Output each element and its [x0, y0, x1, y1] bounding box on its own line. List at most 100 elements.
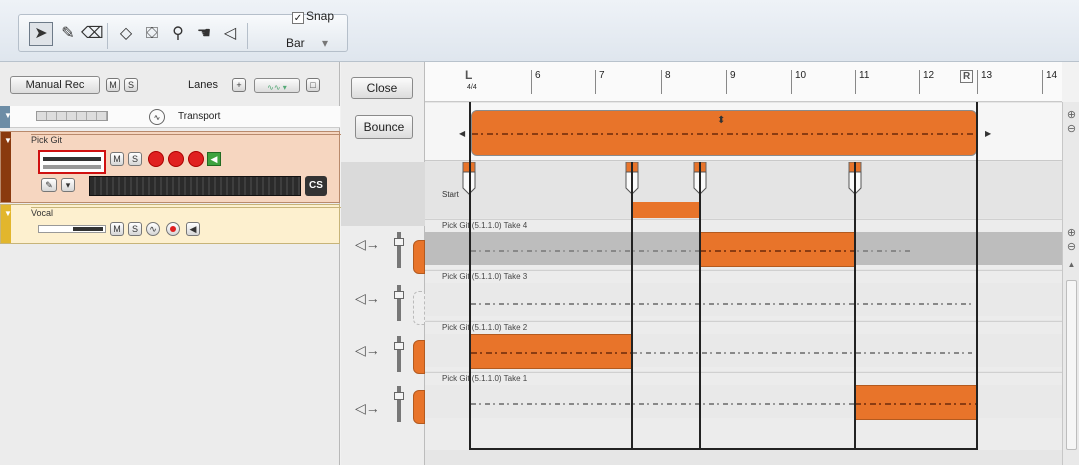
take-lane[interactable]: Pick Git (5.1.1.0) Take 1	[425, 372, 1062, 450]
split-tool-icon[interactable]: ◇	[115, 23, 137, 45]
pan-bar	[43, 165, 101, 169]
automation-icon[interactable]: ∿	[146, 222, 160, 236]
comp-boundary-line[interactable]	[976, 102, 978, 449]
snap-mode-select[interactable]: Bar ▾	[286, 36, 346, 54]
pick-git-track[interactable]: ▼ Pick Git M S ◀ ✎ ▾ CS	[0, 131, 341, 203]
track-volume-display[interactable]	[38, 150, 106, 174]
scroll-thumb[interactable]	[1066, 280, 1077, 450]
take-lane[interactable]: Pick Git (5.1.1.0) Take 2	[425, 321, 1062, 371]
expand-triangle-icon[interactable]: ▼	[4, 209, 12, 218]
comp-overview-lane[interactable]: ◀ ⬍ ▶	[425, 103, 1062, 161]
lanes-label: Lanes	[188, 79, 218, 91]
selected-take-region[interactable]	[855, 385, 977, 420]
record-enable-button[interactable]	[188, 151, 204, 167]
comp-tool-icon[interactable]: ⛋	[141, 23, 163, 45]
comp-boundary-line[interactable]	[699, 162, 701, 449]
lane-speaker-icon[interactable]: ◁→	[355, 400, 380, 417]
ruler[interactable]: L 4/4 6 7 8 9 10 11 12 R 13 14	[425, 62, 1062, 102]
start-marker-label: Start	[442, 190, 459, 199]
expand-triangle-icon[interactable]: ▼	[4, 111, 12, 120]
record-arm-button[interactable]	[166, 222, 180, 236]
vocal-track[interactable]: ▼ Vocal M S ∿ ◀	[0, 204, 341, 244]
selected-take-region[interactable]	[700, 232, 854, 267]
lane-clip-stub	[413, 240, 425, 274]
zoom-out-icon[interactable]: ⊖	[1063, 122, 1079, 135]
ruler-bar: 11	[855, 70, 869, 94]
comp-boundary-line[interactable]	[469, 102, 471, 449]
zoom-in-icon[interactable]: ⊕	[1063, 108, 1079, 121]
speaker-icon[interactable]: ◀	[186, 222, 200, 236]
waveform	[472, 133, 976, 135]
lane-speaker-icon[interactable]: ◁→	[355, 290, 380, 307]
scroll-up-icon[interactable]: ▲	[1063, 260, 1079, 269]
cs-button[interactable]: CS	[305, 176, 327, 196]
lane-clip-stub	[413, 291, 425, 325]
move-handle-icon[interactable]: ⬍	[717, 115, 725, 126]
toolbar-divider	[107, 23, 108, 49]
vertical-scrollbar[interactable]: ⊕ ⊖ ⊕ ⊖ ▲	[1062, 102, 1079, 465]
take-label: Pick Git (5.1.1.0) Take 2	[442, 323, 528, 332]
mute-button[interactable]: M	[110, 152, 124, 166]
comp-boundary-line[interactable]	[854, 162, 856, 449]
take-lane[interactable]: Pick Git (5.1.1.0) Take 3	[425, 270, 1062, 320]
comp-boundary-bottom	[469, 448, 978, 450]
right-locator[interactable]: R	[960, 70, 974, 83]
pencil-tool-icon[interactable]: ✎	[57, 23, 79, 45]
comp-section[interactable]	[632, 202, 700, 218]
lane-fader-knob[interactable]	[394, 342, 404, 350]
header-solo-button[interactable]: S	[124, 78, 138, 92]
arrow-tool-icon[interactable]: ➤	[29, 22, 53, 46]
lane-fader-knob[interactable]	[394, 238, 404, 246]
automation-icon[interactable]: ∿	[149, 109, 165, 125]
lane-display-select[interactable]: ∿∿ ▾	[254, 78, 300, 93]
expand-triangle-icon[interactable]: ▼	[4, 136, 12, 145]
track-name[interactable]: Pick Git	[31, 134, 341, 146]
take-lane[interactable]: Pick Git (5.1.1.0) Take 4	[425, 219, 1062, 269]
manual-rec-button[interactable]: Manual Rec	[10, 76, 100, 94]
hand-tool-icon[interactable]: ☚	[193, 23, 215, 45]
header-mute-button[interactable]: M	[106, 78, 120, 92]
snap-checkbox[interactable]: ✓	[292, 12, 304, 24]
zoom-in-icon[interactable]: ⊕	[1063, 226, 1079, 239]
monitor-button[interactable]	[148, 151, 164, 167]
lane-background	[425, 283, 1062, 316]
take-label: Pick Git (5.1.1.0) Take 3	[442, 272, 528, 281]
solo-button[interactable]: S	[128, 152, 142, 166]
lane-speaker-icon[interactable]: ◁→	[355, 236, 380, 253]
marker-lane-bg	[425, 162, 1062, 218]
dropdown-button[interactable]: ▾	[61, 178, 75, 192]
lane-option-button[interactable]: □	[306, 78, 320, 92]
take-label: Pick Git (5.1.1.0) Take 1	[442, 374, 528, 383]
comp-boundary-line[interactable]	[631, 162, 633, 449]
toolbar-divider	[247, 23, 248, 49]
track-volume-display[interactable]	[38, 225, 106, 233]
mute-button[interactable]: M	[110, 222, 124, 236]
ruler-bar: 7	[595, 70, 605, 94]
zoom-out-icon[interactable]: ⊖	[1063, 240, 1079, 253]
bounce-button[interactable]: Bounce	[355, 115, 413, 139]
add-lane-button[interactable]: +	[232, 78, 246, 92]
volume-bar	[43, 157, 101, 161]
zoom-tool-icon[interactable]: ⚲	[167, 23, 189, 45]
track-name[interactable]: Vocal	[31, 207, 341, 219]
comp-clip[interactable]: ⬍	[471, 110, 977, 156]
lane-fader-knob[interactable]	[394, 392, 404, 400]
speaker-tool-icon[interactable]: ◁	[219, 23, 241, 45]
record-arm-button[interactable]	[168, 151, 184, 167]
toolbar: ➤ ✎ ⌫ ◇ ⛋ ⚲ ☚ ◁ ✓ Snap Bar ▾	[0, 0, 1079, 62]
lane-speaker-icon[interactable]: ◁→	[355, 342, 380, 359]
edit-button[interactable]: ✎	[41, 178, 57, 192]
speaker-icon[interactable]: ◀	[207, 152, 221, 166]
close-button[interactable]: Close	[351, 77, 413, 99]
transport-controls[interactable]	[36, 111, 108, 121]
time-signature: 4/4	[467, 84, 477, 91]
selected-take-region[interactable]	[471, 334, 632, 369]
solo-button[interactable]: S	[128, 222, 142, 236]
arrow-left-icon: ◀	[459, 129, 466, 138]
left-locator[interactable]: L	[465, 68, 472, 82]
comp-marker-lane[interactable]: Start	[425, 161, 1062, 218]
lane-fader-knob[interactable]	[394, 291, 404, 299]
eraser-tool-icon[interactable]: ⌫	[81, 23, 104, 45]
ruler-bar: 13	[977, 70, 992, 94]
transport-track[interactable]: ▼ ∿ Transport	[0, 106, 340, 128]
